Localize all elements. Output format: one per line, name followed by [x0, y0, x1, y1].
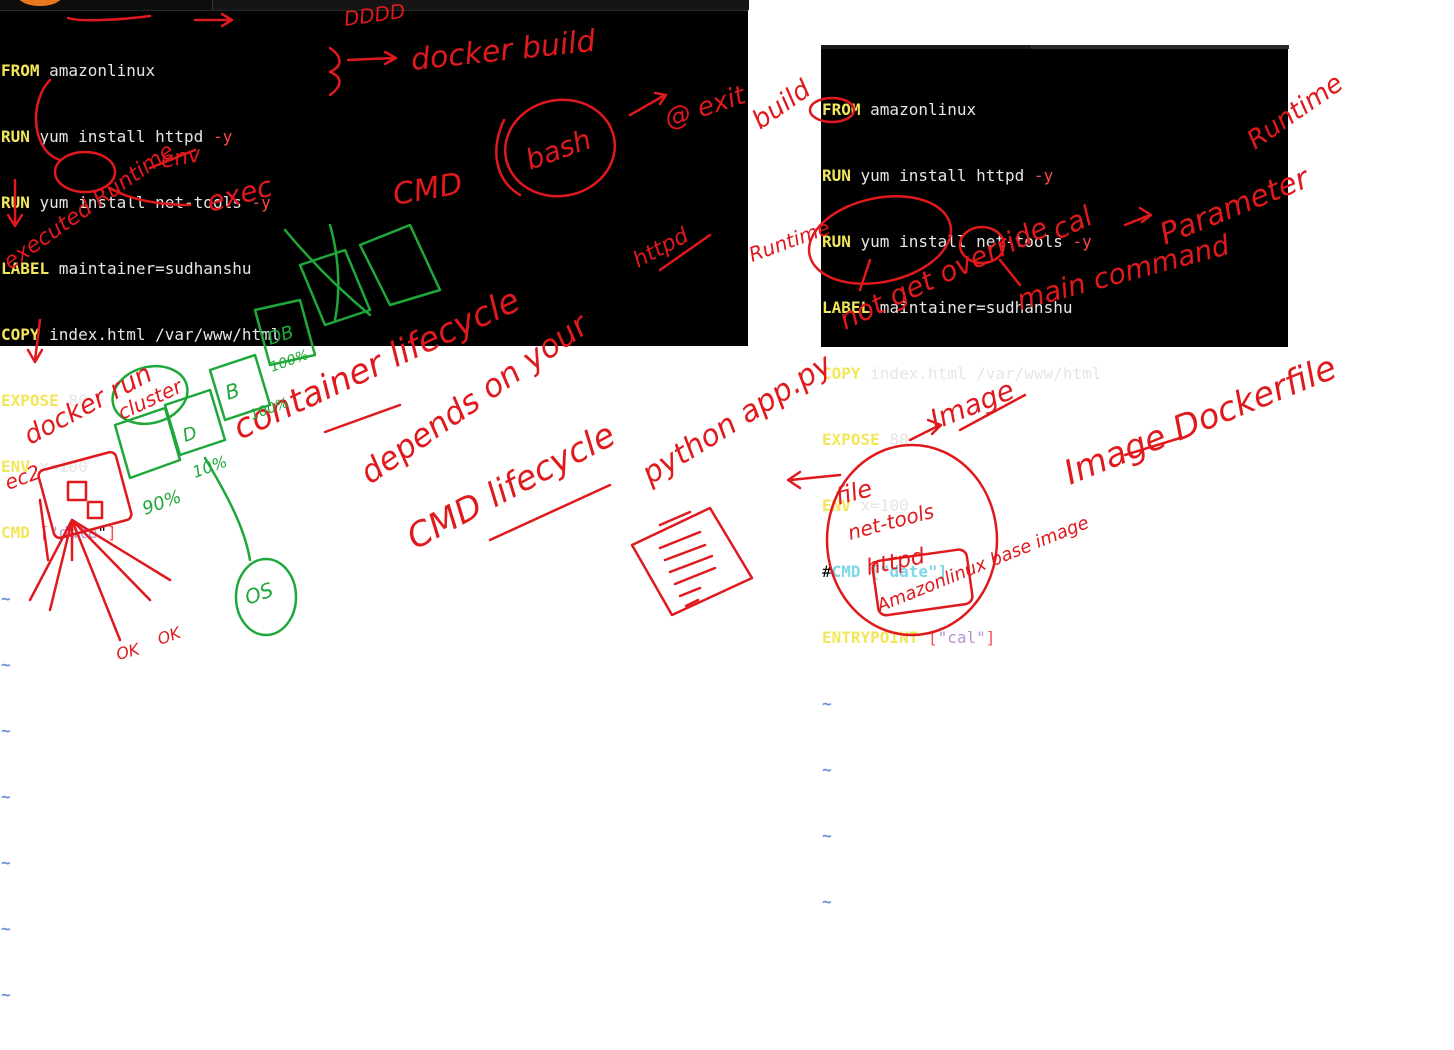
string-value: date	[58, 523, 98, 542]
keyword: LABEL	[822, 298, 871, 317]
code-text: amazonlinux	[39, 61, 156, 80]
keyword: RUN	[1, 127, 30, 146]
bracket: ]	[106, 523, 117, 542]
code-line: EXPOSE 80	[1, 390, 280, 412]
app-icon	[18, 0, 62, 6]
code-line: FROM amazonlinux	[1, 60, 280, 82]
keyword: RUN	[822, 232, 851, 251]
keyword: ENV	[1, 457, 30, 476]
empty-line-marker: ~	[1, 787, 11, 806]
flag: -y	[1033, 166, 1054, 185]
flag: -y	[212, 127, 233, 146]
quote: "	[976, 628, 986, 647]
keyword: COPY	[822, 364, 861, 383]
terminal-left[interactable]: FROM amazonlinux RUN yum install httpd -…	[0, 0, 749, 1004]
code-line: LABEL maintainer=sudhanshu	[1, 258, 280, 280]
annotation-runtime-left: Runtime	[746, 215, 834, 266]
dockerfile-editor[interactable]: FROM amazonlinux RUN yum install httpd -…	[822, 55, 1101, 957]
bracket: [	[918, 628, 938, 647]
flag: -y	[251, 193, 271, 212]
keyword: ENV	[822, 496, 851, 515]
code-text: yum install net-tools	[850, 232, 1073, 251]
empty-line-marker: ~	[1, 853, 11, 872]
keyword: CMD	[1, 523, 30, 542]
terminal-tab-bar	[0, 0, 749, 11]
code-line: COPY index.html /var/www/html	[822, 363, 1101, 385]
code-line: RUN yum install httpd -y	[1, 126, 280, 148]
underline-stroke	[323, 403, 402, 434]
string-value: cal	[947, 628, 977, 647]
underline-stroke	[488, 483, 612, 542]
keyword: RUN	[822, 166, 851, 185]
bracket: [	[29, 523, 50, 542]
keyword: EXPOSE	[1, 391, 59, 410]
keyword: RUN	[1, 193, 30, 212]
code-text: x=100	[29, 457, 88, 476]
tab-strip	[1031, 45, 1289, 49]
empty-line-marker: ~	[822, 892, 832, 911]
code-line: COPY index.html /var/www/html	[1, 324, 280, 346]
keyword: EXPOSE	[822, 430, 880, 449]
code-text: index.html /var/www/html	[860, 364, 1102, 383]
code-text: yum install net-tools	[29, 193, 252, 212]
empty-line-marker: ~	[822, 760, 832, 779]
code-line: EXPOSE 80	[822, 429, 1101, 451]
code-text: yum install httpd	[850, 166, 1034, 185]
empty-line-marker: ~	[822, 826, 832, 845]
keyword: ENTRYPOINT	[822, 628, 919, 647]
code-line: FROM amazonlinux	[822, 99, 1101, 121]
annotation-python-app: python app.py	[635, 346, 840, 492]
keyword: COPY	[1, 325, 40, 344]
code-line: RUN yum install net-tools -y	[822, 231, 1101, 253]
comment-text: CMD ["date"]	[831, 562, 948, 581]
code-text: 80	[879, 430, 909, 449]
code-line: RUN yum install net-tools -y	[1, 192, 280, 214]
empty-line-marker: ~	[822, 694, 832, 713]
code-line: ENV x=100	[822, 495, 1101, 517]
quote: "	[49, 523, 59, 542]
tab-strip	[212, 0, 749, 10]
annotation-build: build	[747, 74, 817, 136]
document-lines	[658, 530, 717, 608]
code-line: ENTRYPOINT ["cal"]	[822, 627, 1101, 649]
dash-stroke	[1123, 436, 1182, 457]
code-text: yum install httpd	[29, 127, 213, 146]
code-line: ENV x=100	[1, 456, 280, 478]
empty-line-marker: ~	[1, 655, 11, 674]
code-text: index.html /var/www/html	[39, 325, 281, 344]
keyword: FROM	[1, 61, 40, 80]
code-text: maintainer=sudhanshu	[870, 298, 1073, 317]
code-text: x=100	[850, 496, 909, 515]
text-cursor: "	[97, 523, 107, 542]
code-line: LABEL maintainer=sudhanshu	[822, 297, 1101, 319]
bracket: ]	[985, 628, 996, 647]
dockerfile-editor[interactable]: FROM amazonlinux RUN yum install httpd -…	[1, 16, 280, 1050]
code-line: #CMD ["date"]	[822, 561, 1101, 583]
terminal-right[interactable]: FROM amazonlinux RUN yum install httpd -…	[821, 45, 1289, 911]
text-cursor: #	[822, 562, 832, 581]
document-fold	[658, 510, 692, 527]
annotation-cmd-lifecycle: CMD lifecycle	[400, 415, 622, 558]
empty-line-marker: ~	[1, 985, 11, 1004]
document-icon	[630, 506, 754, 617]
flag: -y	[1072, 232, 1092, 251]
quote: "	[937, 628, 948, 647]
code-line: RUN yum install httpd -y	[822, 165, 1101, 187]
code-text: 80	[58, 391, 88, 410]
code-text: amazonlinux	[860, 100, 977, 119]
empty-line-marker: ~	[1, 589, 11, 608]
keyword: FROM	[822, 100, 861, 119]
code-text: maintainer=sudhanshu	[49, 259, 252, 278]
keyword: LABEL	[1, 259, 50, 278]
empty-line-marker: ~	[1, 919, 11, 938]
empty-line-marker: ~	[1, 721, 11, 740]
terminal-tab-bar	[821, 45, 1289, 49]
code-line: CMD ["date"]	[1, 522, 280, 544]
